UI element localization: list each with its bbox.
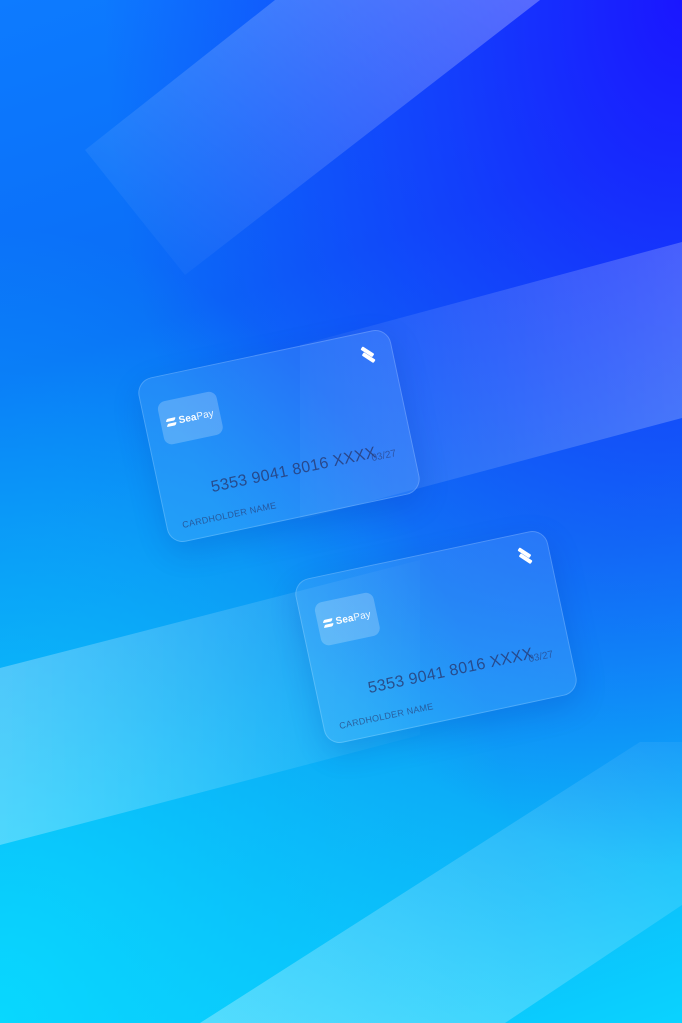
stripes-icon [360, 346, 376, 363]
streak-top [85, 0, 540, 275]
background-streaks [0, 0, 682, 1023]
brand-name-light: Pay [195, 407, 215, 423]
brand-name-light: Pay [352, 608, 372, 624]
streak-bottom [200, 742, 682, 1023]
seapay-mark-icon [323, 618, 333, 628]
stripes-icon [517, 547, 533, 564]
seapay-mark-icon [166, 417, 176, 427]
